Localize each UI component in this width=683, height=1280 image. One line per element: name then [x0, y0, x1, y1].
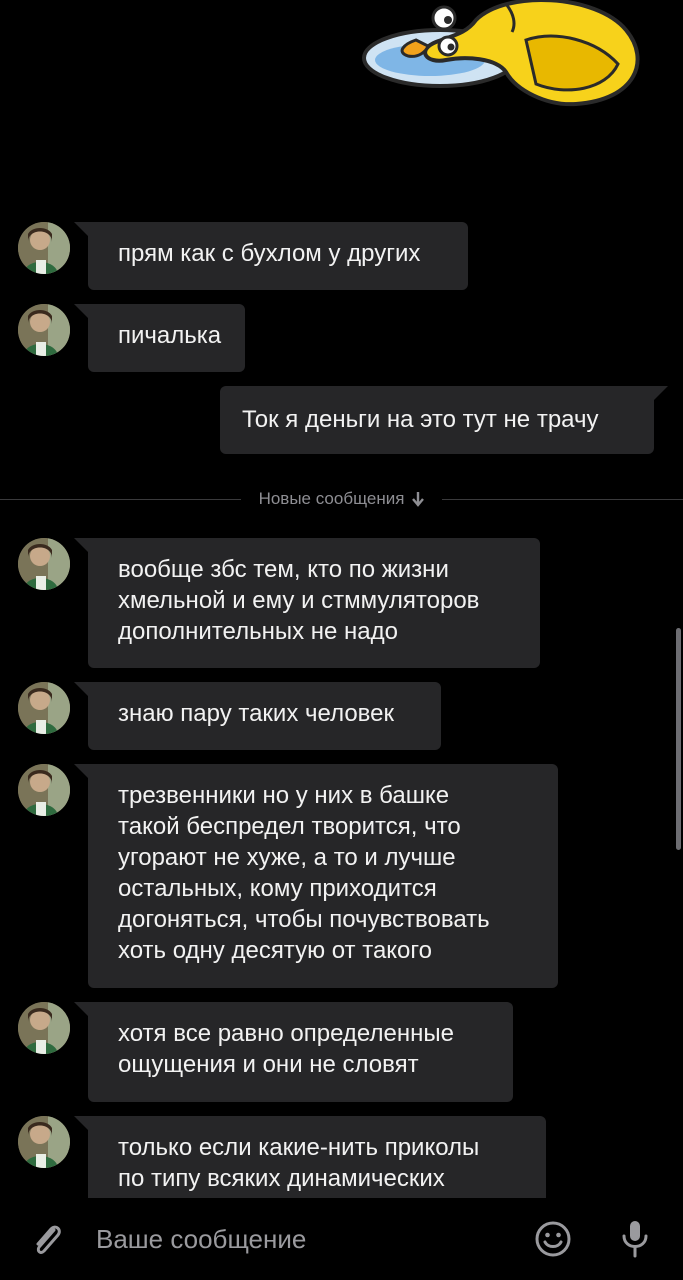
chat-screen: прям как с бухлом у других пичалька Ток … [0, 0, 683, 1280]
message-text: прям как с бухлом у других [118, 240, 421, 267]
message-text: пичалька [118, 322, 222, 349]
message-text: знаю пару таких человек [118, 700, 395, 727]
message-bubble[interactable]: вообще збс тем, кто по жизни хмельной и … [74, 538, 540, 668]
avatar[interactable] [18, 222, 70, 274]
message-bubble[interactable]: хотя все равно определенные ощущения и о… [74, 1002, 513, 1102]
message-text: только если какие-нить приколы по типу в… [118, 1134, 480, 1192]
arrow-down-icon [412, 492, 425, 507]
paperclip-icon[interactable] [30, 1222, 64, 1258]
message-text: Ток я деньги на это тут не трачу [242, 406, 599, 433]
message-bubble[interactable]: прям как с бухлом у других [74, 222, 468, 290]
message-text: трезвенники но у них в башке такой беспр… [118, 782, 490, 964]
yellow-duck-sticker-icon[interactable] [356, 0, 648, 112]
avatar[interactable] [18, 538, 70, 590]
avatar[interactable] [18, 1002, 70, 1054]
message-composer [0, 1198, 683, 1280]
divider-label: Новые сообщения [258, 489, 405, 508]
divider-line [442, 498, 683, 500]
avatar[interactable] [18, 764, 70, 816]
message-bubble[interactable]: знаю пару таких человек [74, 682, 441, 750]
avatar[interactable] [18, 682, 70, 734]
smiley-icon[interactable] [534, 1220, 572, 1258]
new-messages-divider: Новые сообщения [0, 484, 683, 514]
message-bubble[interactable]: трезвенники но у них в башке такой беспр… [74, 764, 558, 988]
divider-label-group: Новые сообщения [241, 489, 443, 509]
avatar[interactable] [18, 1116, 70, 1168]
scrollbar[interactable] [676, 628, 681, 850]
message-input[interactable] [96, 1220, 496, 1258]
message-bubble[interactable]: Ток я деньги на это тут не трачу [220, 386, 668, 454]
message-text: вообще збс тем, кто по жизни хмельной и … [118, 556, 480, 645]
divider-line [0, 498, 241, 500]
message-text: хотя все равно определенные ощущения и о… [118, 1020, 454, 1078]
avatar[interactable] [18, 304, 70, 356]
message-bubble[interactable]: пичалька [74, 304, 245, 372]
microphone-icon[interactable] [620, 1218, 650, 1260]
